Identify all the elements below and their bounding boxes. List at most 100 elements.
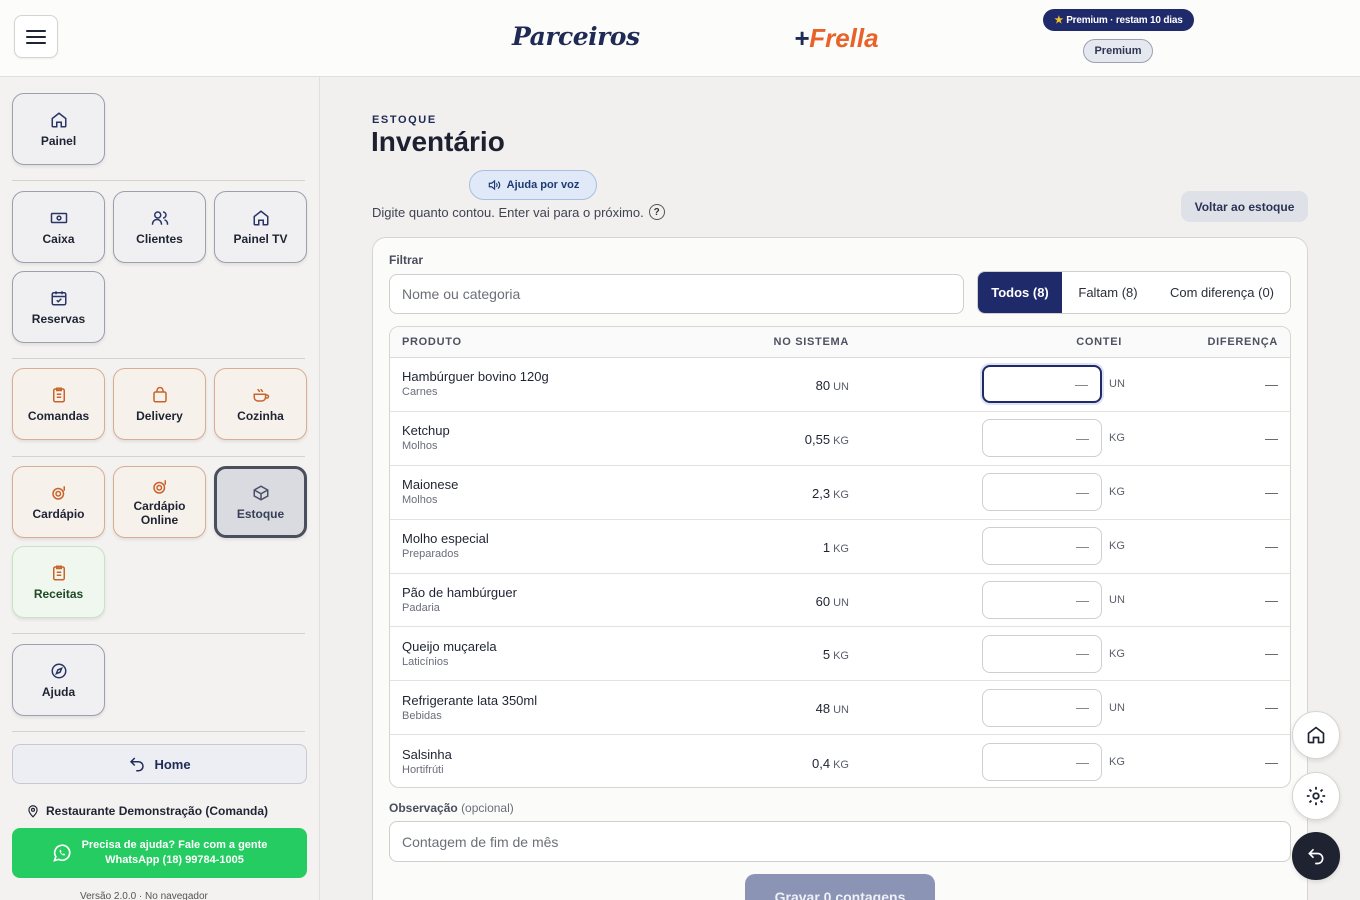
system-quantity-cell: 5 KG: [823, 644, 849, 663]
nav-delivery[interactable]: Delivery: [113, 368, 206, 440]
nav-cardapio-online[interactable]: Cardápio Online: [113, 466, 206, 538]
product-cell: Molho especial Preparados: [402, 531, 489, 561]
count-cell: KG: [982, 743, 1125, 782]
difference-value: —: [1265, 592, 1278, 608]
system-quantity-cell: 0,4 KG: [812, 753, 849, 772]
unit-label: UN: [833, 704, 849, 717]
frella-logo: +Frella: [794, 23, 879, 53]
system-quantity: 0,4: [812, 755, 831, 771]
count-input[interactable]: [982, 419, 1102, 458]
table-body: Hambúrguer bovino 120gCarnes80UNUN—Ketch…: [390, 358, 1290, 787]
speaker-icon: [488, 179, 500, 191]
product-name: Pão de hambúrguer: [402, 585, 517, 600]
whatsapp-help-button[interactable]: Precisa de ajuda? Fale com a gente WhatsA…: [12, 828, 307, 878]
whatsapp-icon: [52, 844, 71, 862]
unit-label: KG: [1109, 756, 1125, 769]
nav-painel[interactable]: Painel: [12, 93, 105, 165]
help-question-icon[interactable]: ?: [648, 204, 665, 220]
count-cell: KG: [982, 634, 1125, 673]
system-quantity: 60: [815, 593, 831, 609]
count-cell: KG: [982, 473, 1125, 512]
nav-painel-tv[interactable]: Painel TV: [214, 191, 307, 263]
product-cell: Maionese Molhos: [402, 477, 458, 507]
col-contei: CONTEI: [1076, 336, 1122, 348]
nav-caixa[interactable]: Caixa: [12, 191, 105, 263]
system-quantity: 0,55: [804, 431, 831, 447]
users-icon: [151, 210, 168, 225]
settings-fab[interactable]: [1292, 772, 1340, 820]
product-name: Molho especial: [402, 531, 489, 547]
product-name: Salsinha: [402, 747, 452, 763]
sidebar-divider: [12, 731, 305, 732]
system-quantity-cell: 0,55 KG: [805, 429, 849, 448]
back-fab[interactable]: [1292, 832, 1340, 880]
back-to-stock-button[interactable]: Voltar ao estoque: [1181, 191, 1308, 222]
system-quantity-cell: 60 UN: [816, 591, 849, 610]
product-category: Hortifrúti: [402, 764, 444, 777]
unit-label: UN: [1109, 378, 1125, 391]
nav-reservas[interactable]: Reservas: [12, 271, 105, 343]
count-input[interactable]: [982, 634, 1102, 673]
nav-receitas[interactable]: Receitas: [12, 546, 105, 618]
home-fab[interactable]: [1292, 711, 1340, 759]
compass-icon: [51, 663, 66, 678]
inventory-table: PRODUTO NO SISTEMA CONTEI DIFERENÇA Hamb…: [389, 326, 1291, 788]
count-cell: UN: [982, 365, 1125, 404]
observation-input[interactable]: [389, 821, 1291, 862]
app-header: Parceiros +Frella ★ Premium · restam 10 …: [0, 0, 1360, 77]
home-button[interactable]: Home: [12, 744, 307, 784]
system-quantity-cell: 80 UN: [816, 375, 849, 394]
difference-value: —: [1265, 484, 1278, 500]
filter-label: Filtrar: [389, 253, 424, 267]
home-icon: [51, 111, 66, 127]
home-icon: [1307, 726, 1325, 744]
difference-value: —: [1265, 538, 1278, 554]
section-eyebrow: ESTOQUE: [372, 114, 437, 126]
unit-label: KG: [1109, 540, 1125, 553]
sidebar-divider: [12, 633, 305, 634]
nav-estoque[interactable]: Estoque: [214, 466, 307, 538]
difference-value: —: [1265, 754, 1278, 770]
nav-comandas[interactable]: Comandas: [12, 368, 105, 440]
difference-value: —: [1265, 376, 1278, 392]
nav-ajuda[interactable]: Ajuda: [12, 644, 105, 716]
save-counts-button[interactable]: Gravar 0 contagens: [745, 874, 935, 900]
count-input[interactable]: [982, 365, 1102, 404]
difference-value: —: [1265, 700, 1278, 716]
system-quantity: 5: [822, 647, 831, 663]
cooking-pot-icon: [253, 388, 269, 402]
filter-search-input[interactable]: [389, 274, 964, 314]
sidebar-divider: [12, 180, 305, 181]
menu-button[interactable]: [14, 15, 58, 58]
count-cell: UN: [982, 581, 1125, 619]
col-diferenca: DIFERENÇA: [1207, 336, 1278, 348]
table-row: Refrigerante lata 350mlBebidas 48UNUN —: [390, 681, 1290, 736]
table-row: Molho especialPreparados1KGKG—: [390, 520, 1290, 574]
unit-label: KG: [833, 758, 849, 771]
cash-register-icon: [50, 212, 67, 223]
count-cell: KG: [982, 527, 1125, 566]
product-category: Molhos: [402, 440, 438, 453]
count-input[interactable]: [982, 743, 1102, 782]
voice-help-button[interactable]: Ajuda por voz: [469, 170, 597, 200]
restaurant-name: Restaurante Demonstração (Comanda): [26, 804, 268, 818]
count-input[interactable]: [982, 581, 1102, 619]
unit-label: KG: [1109, 432, 1125, 445]
product-cell: Refrigerante lata 350ml Bebidas: [402, 693, 537, 723]
table-row: SalsinhaHortifrúti0,4KGKG—: [390, 735, 1290, 787]
count-input[interactable]: [982, 527, 1102, 566]
nav-cardapio[interactable]: Cardápio: [12, 466, 105, 538]
tab-com-diferenca[interactable]: Com diferença (0): [1154, 272, 1290, 313]
shopping-bag-icon: [152, 386, 167, 402]
observation-label: Observação (opcional): [389, 801, 514, 815]
tab-todos[interactable]: Todos (8): [978, 272, 1062, 313]
count-input[interactable]: [982, 473, 1102, 512]
system-quantity-cell: 48 UN: [816, 698, 849, 717]
premium-badge[interactable]: Premium: [1083, 39, 1153, 63]
nav-cozinha[interactable]: Cozinha: [214, 368, 307, 440]
count-input[interactable]: [982, 688, 1102, 727]
system-quantity: 80: [815, 377, 831, 393]
tab-faltam[interactable]: Faltam (8): [1062, 272, 1154, 313]
product-cell: Queijo muçarela Laticínios: [402, 639, 497, 669]
nav-clientes[interactable]: Clientes: [113, 191, 206, 263]
